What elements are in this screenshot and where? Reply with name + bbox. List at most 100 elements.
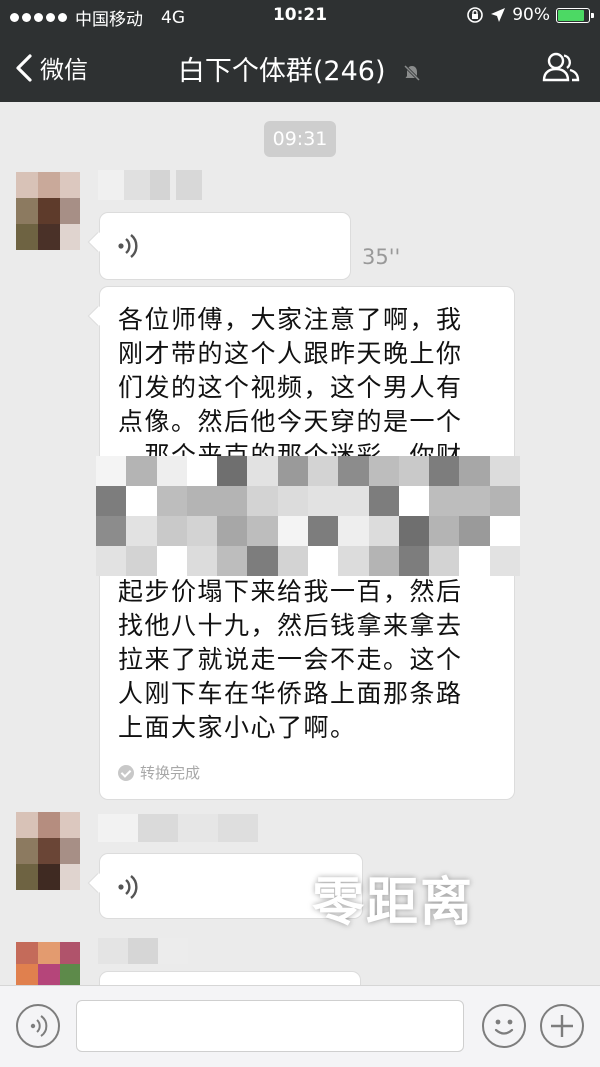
battery-icon [556, 7, 594, 23]
sender-avatar[interactable] [16, 172, 80, 250]
plus-icon [551, 1015, 573, 1037]
mosaic-block [186, 546, 218, 576]
chat-screen: 中国移动 4G 10:21 90% 微信 白下个体群(246) 09:31 35… [0, 0, 600, 1067]
mosaic-block [398, 546, 430, 576]
mosaic-block [96, 516, 127, 546]
mosaic-block [489, 456, 520, 486]
mosaic-block [398, 456, 430, 486]
message-input[interactable] [76, 1000, 464, 1052]
transcription-line: 各位师傅，大家注意了啊，我 [118, 305, 463, 334]
mosaic-block [429, 456, 460, 486]
sender-name-blurred [98, 814, 298, 846]
mosaic-block [156, 456, 187, 486]
mosaic-block [96, 546, 127, 576]
mosaic-block [489, 516, 520, 546]
mosaic-block [156, 516, 187, 546]
mosaic-block [247, 486, 278, 516]
mosaic-block [277, 456, 308, 486]
watermark: 零距离 [312, 873, 475, 933]
transcription-line: 起步价塌下来给我一百，然后 [118, 577, 463, 606]
mosaic-block [247, 456, 278, 486]
mosaic-block [96, 456, 127, 486]
bell-muted-icon [404, 64, 421, 81]
mosaic-block [368, 456, 399, 486]
mosaic-block [156, 546, 187, 576]
battery-percent: 90% [512, 5, 550, 25]
mosaic-block [429, 486, 460, 516]
sender-avatar[interactable] [16, 942, 80, 986]
transcription-line: 拉来了就说走一会不走。这个 [118, 645, 463, 674]
voice-duration: 35'' [362, 245, 401, 269]
sender-avatar[interactable] [16, 812, 80, 890]
transcription-line: 刚才带的这个人跟昨天晚上你 [118, 339, 463, 368]
mosaic-block [459, 516, 490, 546]
voice-message-bubble[interactable] [100, 213, 350, 279]
mosaic-block [338, 546, 369, 576]
transcription-line: 人刚下车在华侨路上面那条路 [118, 679, 463, 708]
sender-name-blurred [98, 170, 208, 202]
mosaic-block [217, 546, 248, 576]
sender-name-blurred [98, 938, 188, 970]
mosaic-block [217, 516, 248, 546]
more-plus-button[interactable] [540, 1004, 584, 1048]
mosaic-block [368, 516, 399, 546]
mosaic-block [126, 486, 157, 516]
mosaic-block [368, 546, 399, 576]
mosaic-block [308, 456, 339, 486]
emoji-button[interactable] [482, 1004, 526, 1048]
voice-input-button[interactable] [16, 1004, 60, 1048]
mosaic-block [277, 546, 308, 576]
mosaic-block [459, 456, 490, 486]
check-circle-icon [118, 764, 134, 781]
mosaic-block [489, 546, 520, 576]
group-info-button[interactable] [542, 52, 580, 86]
voice-wave-icon [30, 1015, 48, 1037]
mosaic-block [186, 516, 218, 546]
rotation-lock-icon [467, 7, 484, 23]
message-timestamp: 09:31 [264, 121, 336, 157]
chat-title: 白下个体群(246) [0, 49, 600, 88]
mosaic-block [398, 486, 430, 516]
mosaic-block [308, 516, 339, 546]
mosaic-block [247, 546, 278, 576]
transcription-line: 点像。然后他今天穿的是一个 [118, 407, 463, 436]
mosaic-block [459, 546, 490, 576]
mosaic-block [186, 456, 218, 486]
conversion-status: 转换完成 [118, 762, 200, 783]
mosaic-block [217, 486, 248, 516]
smiley-icon [494, 1019, 514, 1035]
mosaic-block [156, 486, 187, 516]
mosaic-block [308, 486, 339, 516]
status-bar: 中国移动 4G 10:21 90% [0, 0, 600, 32]
transcription-line: 们发的这个视频，这个男人有 [118, 373, 463, 402]
mosaic-block [126, 546, 157, 576]
location-arrow-icon [491, 8, 506, 22]
mosaic-block [277, 516, 308, 546]
mosaic-block [338, 516, 369, 546]
status-right: 90% [466, 5, 594, 25]
transcription-line: 找他八十九，然后钱拿来拿去 [118, 611, 463, 640]
input-bar [0, 985, 600, 1067]
transcription-line: 上面大家小心了啊。 [118, 713, 357, 742]
mosaic-block [308, 546, 339, 576]
mosaic-block [429, 546, 460, 576]
mosaic-block [277, 486, 308, 516]
mosaic-block [186, 486, 218, 516]
mosaic-block [398, 516, 430, 546]
mosaic-block [489, 486, 520, 516]
voice-wave-icon [118, 234, 138, 258]
mosaic-block [459, 486, 490, 516]
mosaic-block [126, 516, 157, 546]
mosaic-block [368, 486, 399, 516]
mosaic-block [338, 456, 369, 486]
nav-bar: 微信 白下个体群(246) [0, 32, 600, 102]
mosaic-block [338, 486, 369, 516]
group-people-icon [542, 52, 580, 82]
group-name: 白下个体群(246) [177, 56, 386, 87]
voice-wave-icon [118, 875, 138, 899]
mosaic-block [429, 516, 460, 546]
redaction-mosaic [96, 456, 520, 576]
mosaic-block [217, 456, 248, 486]
conversion-status-label: 转换完成 [140, 764, 201, 782]
mosaic-block [126, 456, 157, 486]
